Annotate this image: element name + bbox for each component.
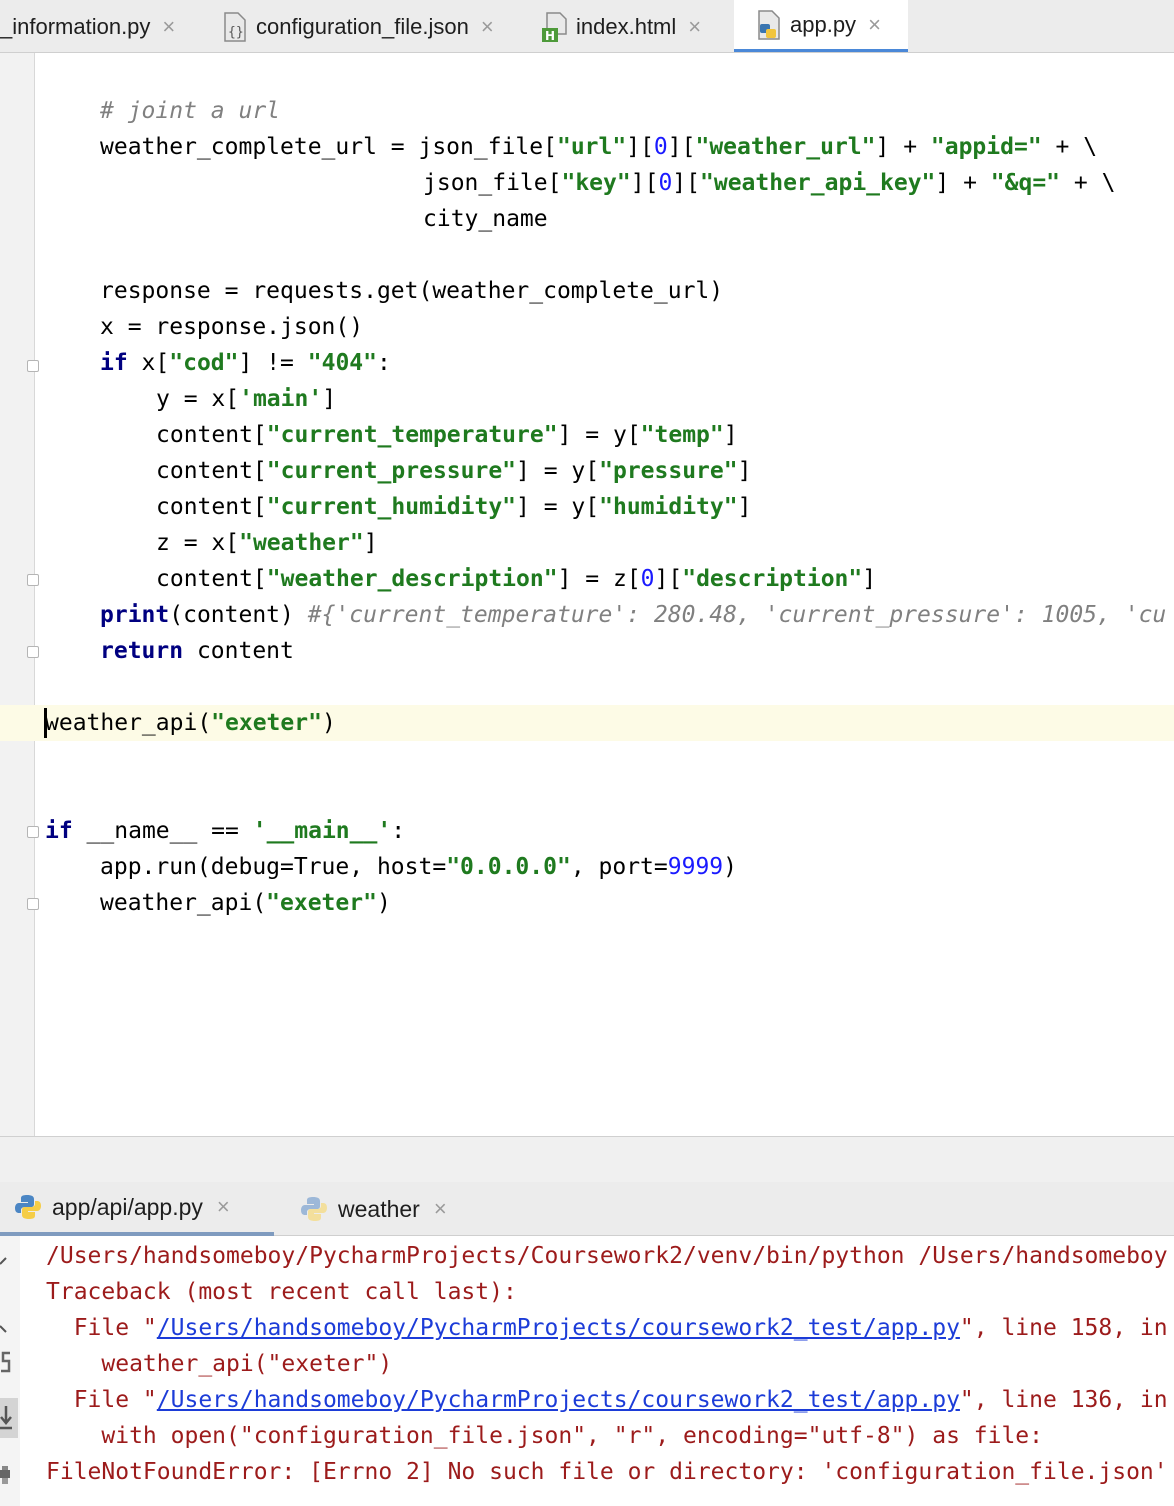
console-error-line: FileNotFoundError: [Errno 2] No such fil… (46, 1459, 1168, 1485)
close-icon[interactable]: × (434, 1196, 447, 1222)
code-line: content["current_pressure"] = y["pressur… (156, 458, 752, 484)
code-line: return content (100, 638, 294, 664)
json-file-icon: {} (222, 11, 248, 42)
tab-label: index.html (576, 13, 677, 39)
run-tab-label: app/api/app.py (52, 1193, 203, 1220)
print-icon[interactable] (0, 1462, 18, 1488)
code-editor[interactable]: # joint a url weather_complete_url = jso… (35, 53, 1174, 1136)
close-icon[interactable]: × (162, 14, 175, 40)
code-line: app.run(debug=True, host="0.0.0.0", port… (100, 854, 737, 880)
python-icon (300, 1195, 328, 1223)
code-line: y = x['main'] (156, 386, 337, 412)
tab-index-html[interactable]: H index.html × (542, 0, 732, 52)
code-line: x = response.json() (100, 314, 364, 340)
tab-configuration-file-json[interactable]: {} configuration_file.json × (222, 0, 522, 52)
tab-app-py[interactable]: app.py × (734, 0, 908, 52)
close-icon[interactable]: × (481, 14, 494, 40)
python-icon (14, 1193, 42, 1221)
close-icon[interactable]: × (217, 1194, 230, 1220)
console-line: Traceback (most recent call last): (46, 1279, 517, 1305)
console-line: with open("configuration_file.json", "r"… (46, 1423, 1043, 1449)
code-line: response = requests.get(weather_complete… (100, 278, 724, 304)
tab-label: _information.py (0, 13, 151, 39)
console-line: File "/Users/handsomeboy/PycharmProjects… (46, 1315, 1168, 1341)
editor-gutter (0, 53, 35, 1136)
svg-text:{}: {} (228, 25, 244, 40)
code-line: json_file["key"][0]["weather_api_key"] +… (423, 170, 1116, 196)
run-toolbar (0, 1236, 20, 1506)
code-line: content["current_humidity"] = y["humidit… (156, 494, 752, 520)
editor-tab-bar: _information.py × {} configuration_file.… (0, 0, 1174, 53)
run-tab-app-api-app-py[interactable]: app/api/app.py × (0, 1182, 274, 1236)
file-link[interactable]: /Users/handsomeboy/PycharmProjects/cours… (157, 1315, 960, 1341)
code-line: z = x["weather"] (156, 530, 378, 556)
tab-label: configuration_file.json (256, 13, 469, 39)
editor-status-strip (0, 1136, 1174, 1183)
code-line: weather_api("exeter") (100, 890, 391, 916)
text-caret (44, 708, 47, 738)
close-icon[interactable]: × (688, 14, 701, 40)
scroll-up-icon[interactable] (0, 1248, 18, 1274)
console-line: File "/Users/handsomeboy/PycharmProjects… (46, 1387, 1168, 1413)
code-line-current: weather_api("exeter") (45, 710, 336, 736)
run-tab-bar: app/api/app.py × weather × (0, 1182, 1174, 1236)
tab-information-py[interactable]: _information.py × (0, 0, 212, 52)
code-line: # joint a url (100, 98, 281, 124)
code-line: content["weather_description"] = z[0]["d… (156, 566, 877, 592)
python-file-icon (756, 9, 782, 40)
html-file-icon: H (542, 11, 568, 43)
code-line: city_name (423, 206, 548, 232)
scroll-to-end-icon[interactable] (0, 1398, 18, 1438)
code-line: if __name__ == '__main__': (45, 818, 406, 844)
scroll-down-icon[interactable] (0, 1316, 18, 1342)
run-console-output[interactable]: /Users/handsomeboy/PycharmProjects/Cours… (22, 1236, 1174, 1506)
console-line: /Users/handsomeboy/PycharmProjects/Cours… (46, 1243, 1168, 1269)
soft-wrap-icon[interactable] (0, 1350, 18, 1376)
code-line: weather_complete_url = json_file["url"][… (100, 134, 1098, 160)
file-link[interactable]: /Users/handsomeboy/PycharmProjects/cours… (157, 1387, 960, 1413)
code-line: content["current_temperature"] = y["temp… (156, 422, 738, 448)
close-icon[interactable]: × (868, 12, 881, 38)
tab-label: app.py (790, 11, 857, 37)
console-line: weather_api("exeter") (46, 1351, 393, 1377)
code-line: if x["cod"] != "404": (100, 350, 391, 376)
svg-text:H: H (545, 29, 555, 42)
code-line: print(content) #{'current_temperature': … (100, 602, 1167, 628)
run-tab-weather[interactable]: weather × (300, 1182, 480, 1236)
run-tab-label: weather (338, 1195, 420, 1222)
